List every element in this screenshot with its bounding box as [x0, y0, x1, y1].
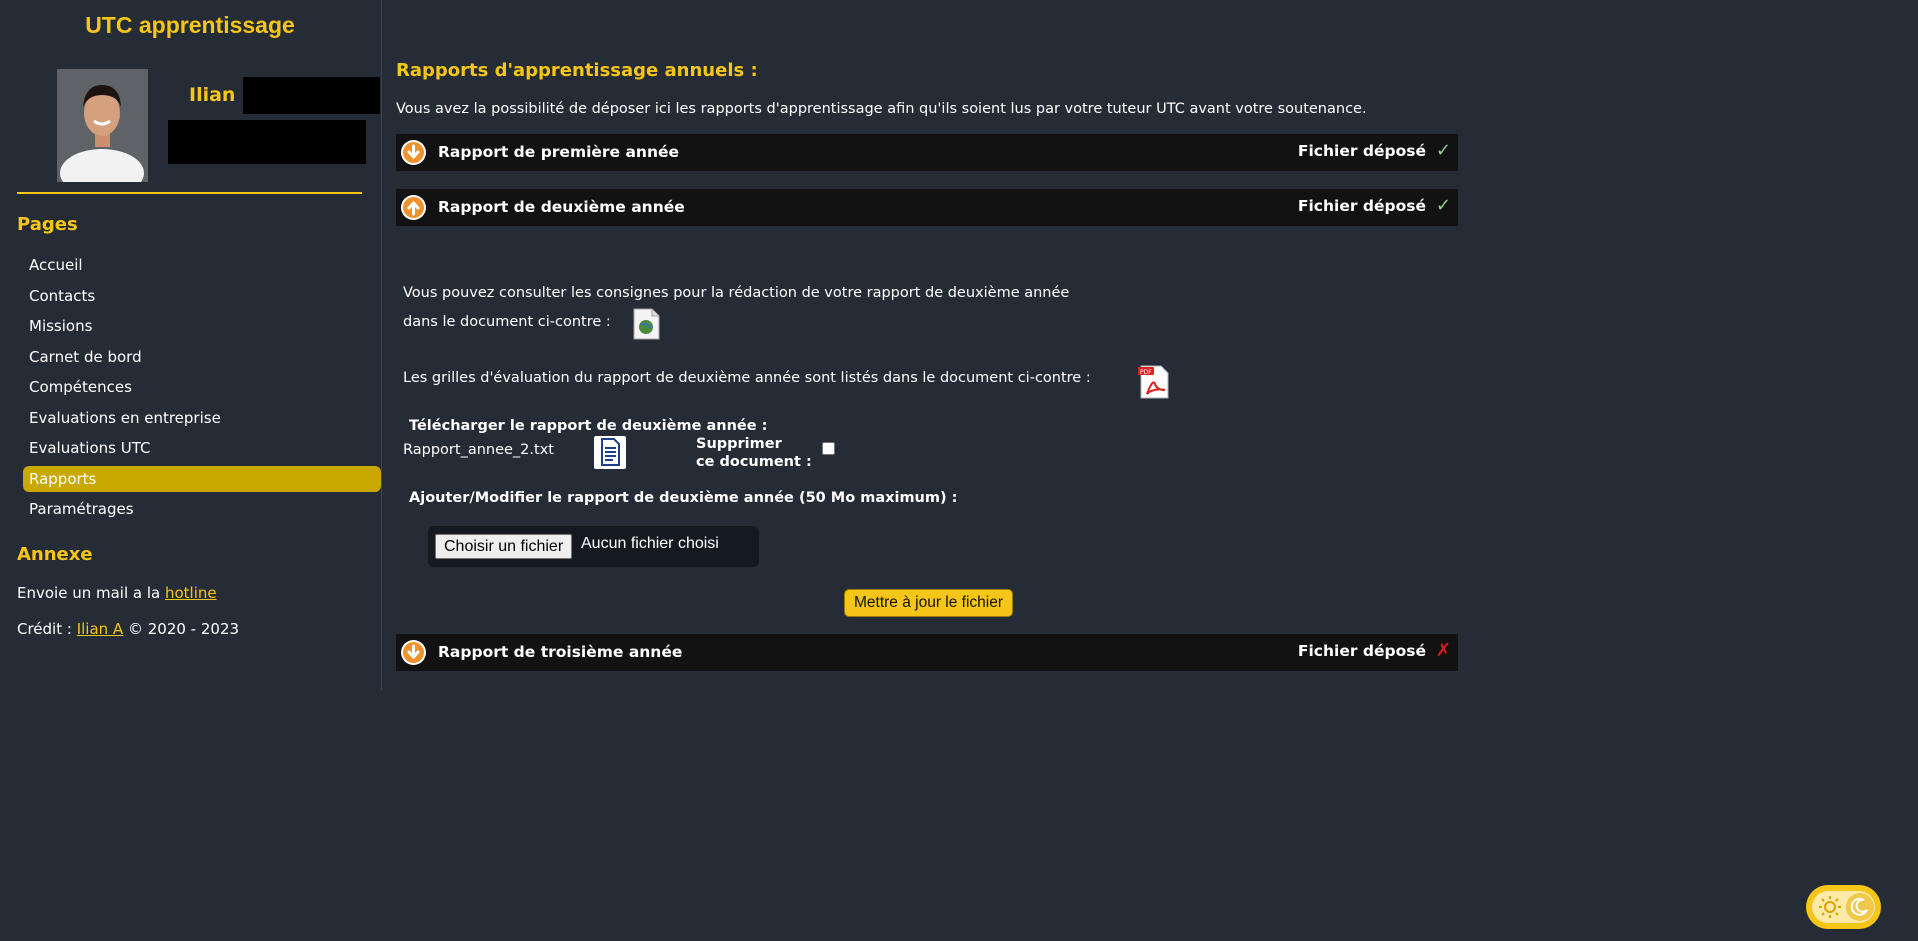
redacted-last-name [243, 77, 380, 114]
report-header-year-2[interactable]: Rapport de deuxième année Fichier déposé… [396, 189, 1458, 226]
report-status: Fichier déposé [1297, 642, 1426, 660]
download-label: Télécharger le rapport de deuxième année… [409, 418, 768, 434]
collapse-up-icon[interactable] [401, 195, 426, 220]
report-title: Rapport de première année [438, 143, 680, 161]
sidebar-divider [17, 192, 362, 194]
consignes-line-2: dans le document ci-contre : [403, 314, 611, 330]
sidebar-item-competences[interactable]: Compétences [23, 374, 381, 400]
redacted-user-info [168, 120, 366, 164]
report-header-year-3[interactable]: Rapport de troisième année Fichier dépos… [396, 634, 1458, 671]
credit-line: Crédit : Ilian A © 2020 - 2023 [17, 620, 239, 638]
credit-suffix: © 2020 - 2023 [123, 620, 240, 638]
update-file-button[interactable]: Mettre à jour le fichier [844, 589, 1014, 617]
choose-file-button[interactable]: Choisir un fichier [435, 534, 573, 559]
report-header-year-1[interactable]: Rapport de première année Fichier déposé… [396, 134, 1458, 171]
cross-icon: ✗ [1435, 640, 1451, 661]
sidebar-item-accueil[interactable]: Accueil [23, 252, 381, 278]
report-title: Rapport de deuxième année [438, 198, 685, 216]
toggle-track [1812, 891, 1875, 923]
credit-prefix: Crédit : [17, 620, 77, 638]
delete-label-1: Supprimer [696, 436, 782, 452]
expand-down-icon[interactable] [401, 140, 426, 165]
user-first-name: Ilian [189, 84, 236, 106]
sidebar-item-carnet-de-bord[interactable]: Carnet de bord [23, 344, 381, 370]
expand-down-icon[interactable] [401, 640, 426, 665]
delete-label-2: ce document : [696, 454, 812, 470]
file-name: Rapport_annee_2.txt [403, 442, 554, 458]
credit-link[interactable]: Ilian A [77, 620, 124, 638]
grilles-text: Les grilles d'évaluation du rapport de d… [403, 370, 1091, 386]
sidebar-item-parametrages[interactable]: Paramétrages [23, 496, 381, 522]
sidebar: UTC apprentissage Ilian Pages Accueil Co… [0, 0, 382, 690]
sidebar-item-contacts[interactable]: Contacts [23, 283, 381, 309]
moon-icon [1846, 893, 1874, 921]
annexe-heading: Annexe [17, 544, 93, 565]
check-icon: ✓ [1435, 195, 1451, 216]
page-title: Rapports d'apprentissage annuels : [396, 60, 758, 81]
upload-label: Ajouter/Modifier le rapport de deuxième … [409, 490, 958, 506]
theme-toggle[interactable] [1806, 885, 1881, 929]
pdf-document-icon[interactable]: PDF [1137, 364, 1171, 404]
delete-document-checkbox[interactable] [822, 442, 835, 455]
hotline-line: Envoie un mail a la hotline [17, 584, 217, 602]
pages-heading: Pages [17, 214, 78, 235]
sun-icon [1818, 895, 1842, 919]
web-document-icon[interactable] [632, 308, 660, 344]
file-download-icon[interactable] [594, 436, 626, 473]
sidebar-item-evaluations-entreprise[interactable]: Evaluations en entreprise [23, 405, 381, 431]
no-file-text: Aucun fichier choisi [581, 535, 719, 552]
check-icon: ✓ [1435, 140, 1451, 161]
report-title: Rapport de troisième année [438, 643, 683, 661]
sidebar-item-missions[interactable]: Missions [23, 313, 381, 339]
hotline-link[interactable]: hotline [165, 584, 217, 602]
site-title: UTC apprentissage [85, 12, 295, 38]
file-input[interactable]: Choisir un fichier Aucun fichier choisi [428, 526, 759, 567]
sidebar-item-rapports[interactable]: Rapports [23, 465, 381, 492]
report-status: Fichier déposé [1297, 197, 1426, 215]
sidebar-nav: Accueil Contacts Missions Carnet de bord… [23, 252, 381, 527]
hotline-text: Envoie un mail a la [17, 584, 165, 602]
sidebar-item-evaluations-utc[interactable]: Evaluations UTC [23, 435, 381, 461]
consignes-line-1: Vous pouvez consulter les consignes pour… [403, 285, 1070, 301]
svg-text:PDF: PDF [1140, 369, 1152, 376]
avatar [57, 69, 148, 182]
report-status: Fichier déposé [1297, 142, 1426, 160]
intro-text: Vous avez la possibilité de déposer ici … [396, 101, 1367, 117]
